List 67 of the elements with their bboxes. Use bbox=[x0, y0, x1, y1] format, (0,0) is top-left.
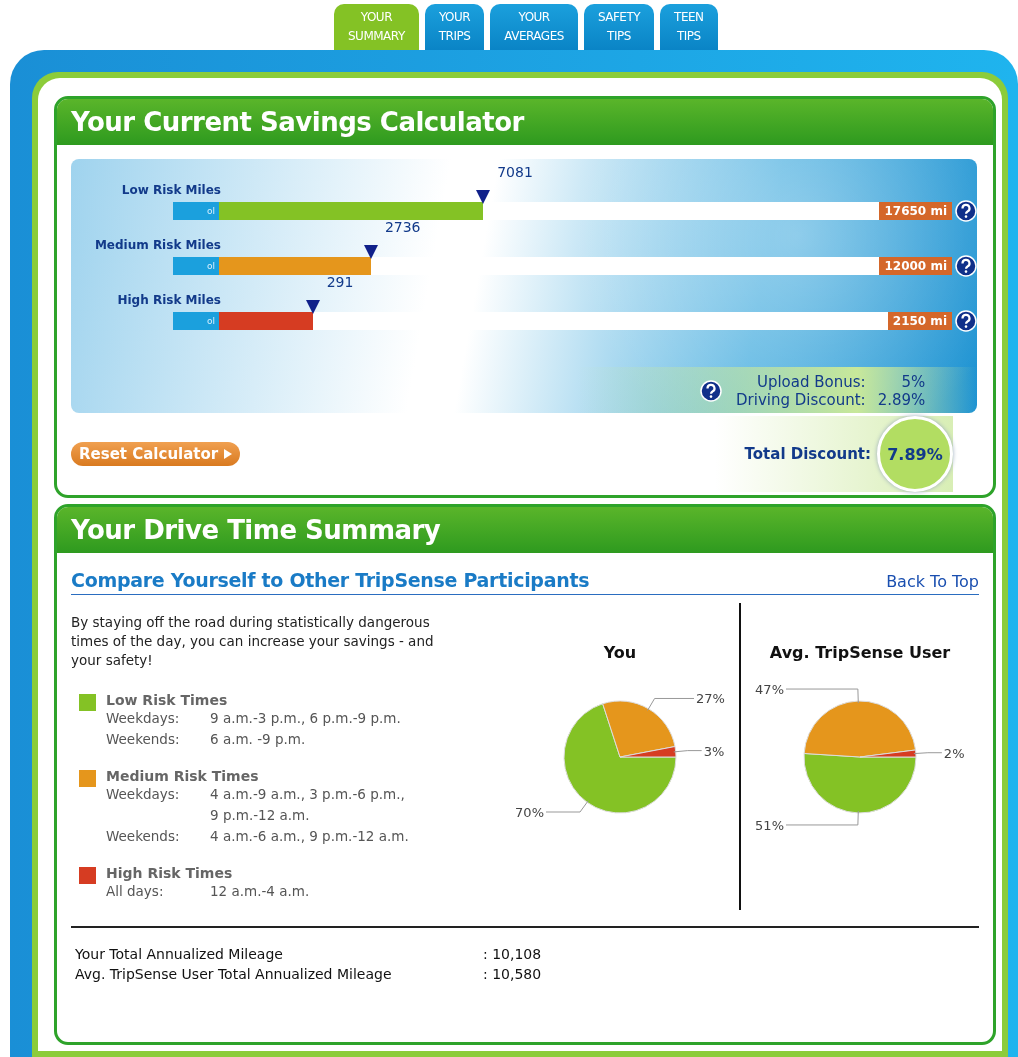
total-label: Total Discount: bbox=[744, 445, 871, 463]
bonus-label: Upload Bonus: bbox=[755, 373, 866, 391]
help-icon[interactable] bbox=[700, 380, 722, 402]
slice-label: 51% bbox=[755, 817, 784, 833]
day-label: Weekdays: bbox=[106, 709, 181, 728]
nav-tab[interactable]: YOUR SUMMARY bbox=[334, 4, 419, 50]
total-mileage-value: : 10,580 bbox=[483, 966, 543, 982]
leader-line bbox=[673, 750, 703, 753]
total-mileage-value: : 10,108 bbox=[483, 946, 543, 962]
slider-label: Low Risk Miles bbox=[120, 182, 221, 199]
day-label: Weekdays: bbox=[106, 785, 181, 804]
slider-label: Medium Risk Miles bbox=[93, 237, 221, 254]
slider-reading: 291 bbox=[326, 274, 354, 290]
slider-thumb[interactable] bbox=[305, 300, 320, 314]
time-range: 9 a.m.-3 p.m., 6 p.m.-9 p.m. bbox=[210, 709, 401, 728]
card-title: Your Current Savings Calculator bbox=[57, 99, 993, 145]
slice-label: 2% bbox=[943, 745, 965, 761]
slider-label: High Risk Miles bbox=[116, 292, 221, 309]
bonus-value: 5% bbox=[900, 373, 926, 391]
help-icon[interactable] bbox=[955, 255, 977, 277]
time-range: 6 a.m. -9 p.m. bbox=[210, 730, 307, 749]
play-icon bbox=[224, 449, 233, 459]
back-to-top-link[interactable]: Back To Top bbox=[886, 572, 979, 591]
leader-line bbox=[913, 752, 943, 755]
intro-text: By staying off the road during statistically dangerous times of the day, you can increase your savings - and your safety! bbox=[71, 613, 435, 670]
legend-title: Low Risk Times bbox=[106, 692, 229, 708]
time-range: 12 a.m.-4 a.m. bbox=[210, 882, 310, 901]
time-range: 4 a.m.-6 a.m., 9 p.m.-12 a.m. bbox=[210, 827, 409, 846]
chart-title: You bbox=[603, 643, 637, 662]
help-icon[interactable] bbox=[955, 310, 977, 332]
legend-title: Medium Risk Times bbox=[106, 768, 260, 784]
bonus-value: 2.89% bbox=[877, 391, 926, 409]
slider-max: 12000 mi bbox=[879, 257, 952, 275]
day-label: Weekends: bbox=[106, 827, 181, 846]
slider-min: ol bbox=[173, 202, 219, 220]
time-range: 9 p.m.-12 a.m. bbox=[210, 806, 311, 825]
slider-min: ol bbox=[173, 257, 219, 275]
help-icon[interactable] bbox=[955, 200, 977, 222]
slice-label: 27% bbox=[696, 691, 725, 707]
day-label: Weekends: bbox=[106, 730, 181, 749]
bonus-label: Driving Discount: bbox=[736, 391, 866, 409]
slider-min: ol bbox=[173, 312, 219, 330]
section-heading: Compare Yourself to Other TripSense Participants bbox=[71, 569, 590, 591]
chart-title: Avg. TripSense User bbox=[769, 643, 951, 662]
slider-thumb[interactable] bbox=[363, 245, 378, 259]
nav-tab[interactable]: YOUR AVERAGES bbox=[490, 4, 578, 50]
slider-reading: 2736 bbox=[384, 219, 421, 235]
nav-tab[interactable]: SAFETY TIPS bbox=[583, 4, 655, 50]
slider-thumb[interactable] bbox=[476, 190, 491, 204]
slider-max: 17650 mi bbox=[879, 202, 952, 220]
day-label: All days: bbox=[106, 882, 165, 901]
time-range: 4 a.m.-9 a.m., 3 p.m.-6 p.m., bbox=[210, 785, 406, 804]
slice-label: 70% bbox=[515, 805, 544, 820]
total-mileage-label: Avg. TripSense User Total Annualized Mileage bbox=[75, 966, 393, 982]
total-mileage-label: Your Total Annualized Mileage bbox=[75, 946, 284, 962]
leader-line bbox=[647, 697, 695, 711]
slice-label: 3% bbox=[703, 743, 725, 759]
leader-line bbox=[545, 800, 589, 813]
reset-button[interactable]: Reset Calculator bbox=[71, 442, 241, 466]
slider-max: 2150 mi bbox=[887, 312, 952, 330]
nav-tab[interactable]: TEEN TIPS bbox=[660, 4, 718, 50]
legend-title: High Risk Times bbox=[106, 865, 234, 881]
total-value: 7.89% bbox=[877, 416, 953, 492]
card-title: Your Drive Time Summary bbox=[57, 507, 993, 553]
slider-reading: 7081 bbox=[497, 164, 533, 180]
slice-label: 47% bbox=[755, 682, 784, 698]
nav-tab[interactable]: YOUR TRIPS bbox=[424, 4, 485, 50]
